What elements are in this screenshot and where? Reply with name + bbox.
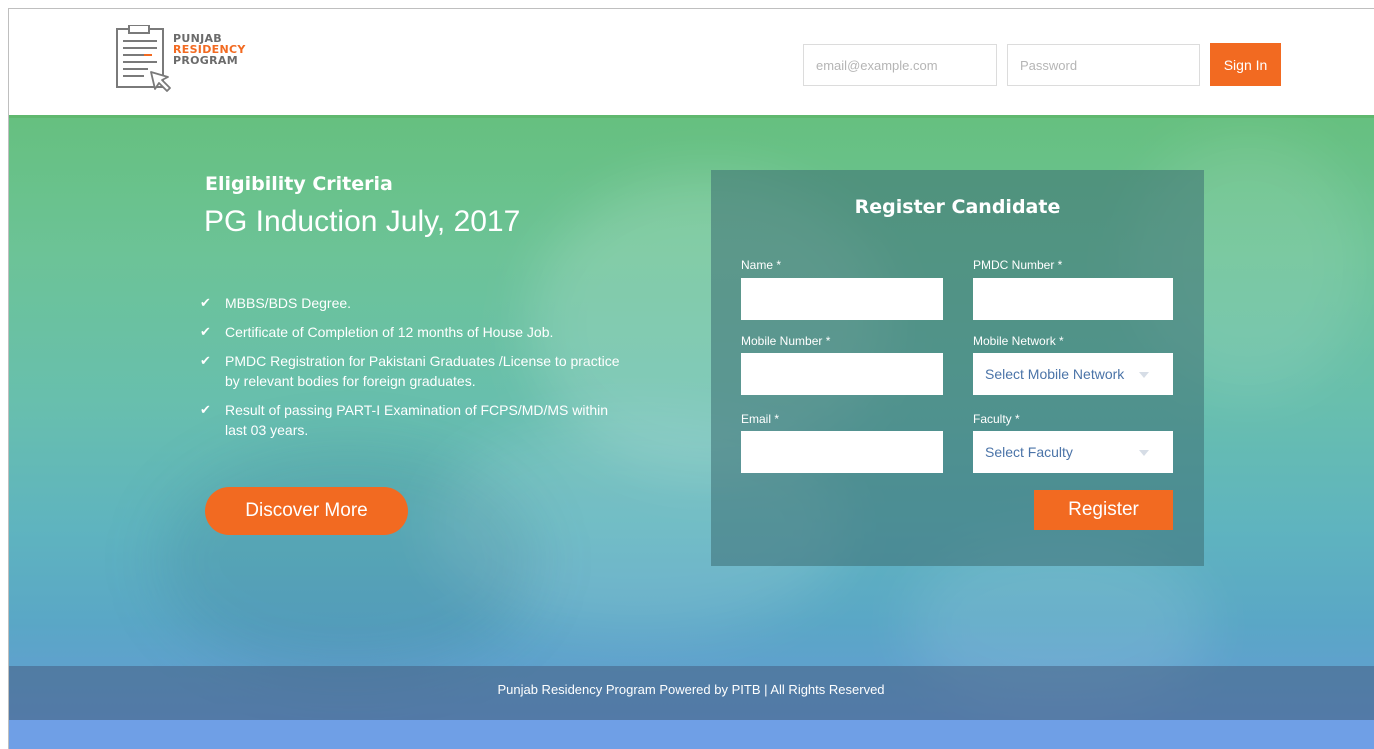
- pmdc-number-field[interactable]: [973, 278, 1173, 320]
- email-field[interactable]: [741, 431, 943, 473]
- hero-section: Eligibility Criteria PG Induction July, …: [8, 115, 1374, 749]
- criteria-text: Result of passing PART-I Examination of …: [225, 402, 609, 438]
- hero-background-shade: [158, 445, 538, 675]
- sign-in-button[interactable]: Sign In: [1210, 43, 1281, 86]
- faculty-select[interactable]: Select Faculty: [973, 431, 1173, 473]
- list-item: ✔ Certificate of Completion of 12 months …: [200, 322, 630, 342]
- mobile-network-value: Select Mobile Network: [985, 366, 1125, 382]
- checkmark-icon: ✔: [200, 402, 211, 417]
- register-title: Register Candidate: [854, 196, 1061, 218]
- faculty-value: Select Faculty: [985, 444, 1073, 460]
- dropdown-arrow-icon: [1139, 450, 1149, 456]
- eligibility-list: ✔ MBBS/BDS Degree. ✔ Certificate of Comple…: [200, 293, 630, 449]
- discover-more-button[interactable]: Discover More: [205, 487, 408, 535]
- header: PUNJAB RESIDENCY PROGRAM Sign In: [8, 8, 1374, 115]
- induction-title: PG Induction July, 2017: [204, 205, 521, 238]
- checkmark-icon: ✔: [200, 353, 211, 368]
- pmdc-label: PMDC Number *: [973, 258, 1063, 272]
- brand-name: PUNJAB RESIDENCY PROGRAM: [173, 33, 246, 66]
- list-item: ✔ PMDC Registration for Pakistani Graduat…: [200, 351, 630, 391]
- hero-divider: [8, 115, 1374, 118]
- criteria-text: MBBS/BDS Degree.: [225, 295, 352, 311]
- brand-line-3: PROGRAM: [173, 54, 238, 67]
- dropdown-arrow-icon: [1139, 372, 1149, 378]
- email-label: Email *: [741, 412, 780, 426]
- list-item: ✔ Result of passing PART-I Examination of…: [200, 400, 630, 440]
- criteria-text: PMDC Registration for Pakistani Graduate…: [225, 353, 620, 389]
- footer: Punjab Residency Program Powered by PITB…: [8, 666, 1374, 720]
- mobile-number-label: Mobile Number *: [741, 334, 831, 348]
- name-field[interactable]: [741, 278, 943, 320]
- mobile-network-label: Mobile Network *: [973, 334, 1064, 348]
- login-password-input[interactable]: [1007, 44, 1200, 86]
- footer-text: Punjab Residency Program Powered by PITB…: [497, 682, 885, 697]
- criteria-text: Certificate of Completion of 12 months o…: [225, 324, 554, 340]
- name-label: Name *: [741, 258, 782, 272]
- page: PUNJAB RESIDENCY PROGRAM Sign In Eligibi…: [8, 8, 1374, 749]
- list-item: ✔ MBBS/BDS Degree.: [200, 293, 630, 313]
- login-email-input[interactable]: [803, 44, 997, 86]
- mobile-network-select[interactable]: Select Mobile Network: [973, 353, 1173, 395]
- eligibility-heading: Eligibility Criteria: [205, 173, 393, 195]
- register-form: Register Candidate Name * PMDC Number * …: [711, 170, 1204, 566]
- checkmark-icon: ✔: [200, 295, 211, 310]
- checkmark-icon: ✔: [200, 324, 211, 339]
- bottom-strip: [8, 720, 1374, 749]
- register-button[interactable]: Register: [1034, 490, 1173, 530]
- faculty-label: Faculty *: [973, 412, 1020, 426]
- mobile-number-field[interactable]: [741, 353, 943, 395]
